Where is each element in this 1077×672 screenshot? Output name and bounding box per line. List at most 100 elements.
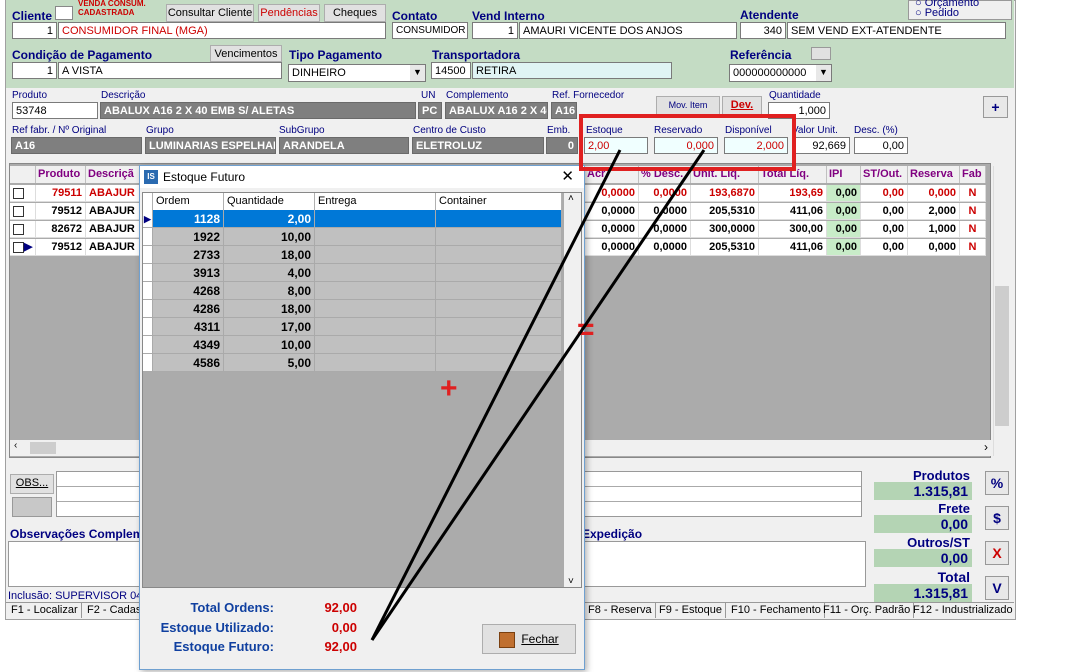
dialog-cell-container[interactable]: [436, 264, 562, 282]
grid-cell-produto[interactable]: 79512: [36, 239, 86, 256]
grid-cell-reserva[interactable]: 1,000: [908, 221, 960, 238]
dialog-col-ordem[interactable]: Ordem: [153, 193, 224, 210]
percent-button[interactable]: %: [985, 471, 1009, 495]
cond-code-field[interactable]: 1: [12, 62, 57, 79]
dev-button[interactable]: Dev.: [722, 96, 762, 116]
dialog-cell-ordem[interactable]: 4311: [153, 318, 224, 336]
transp-code-field[interactable]: 14500: [431, 62, 471, 79]
dialog-vertical-scrollbar[interactable]: ˄ ˅: [564, 193, 581, 587]
grid-cell-total[interactable]: 411,06: [759, 239, 827, 256]
dialog-cell-ordem[interactable]: 4586: [153, 354, 224, 372]
dialog-cell-quantidade[interactable]: 8,00: [224, 282, 315, 300]
grid-cell-total[interactable]: 411,06: [759, 203, 827, 220]
grid-vertical-scrollbar[interactable]: [993, 166, 1010, 456]
cheques-button[interactable]: Cheques: [324, 4, 386, 22]
row-checkbox[interactable]: [10, 185, 36, 202]
dialog-cell-quantidade[interactable]: 2,00: [224, 210, 315, 228]
fkey-f8[interactable]: F8 - Reserva: [585, 603, 656, 618]
grid-cell-desc[interactable]: 0,0000: [639, 221, 691, 238]
dialog-cell-container[interactable]: [436, 228, 562, 246]
grid-cell-desc[interactable]: 0,0000: [639, 203, 691, 220]
row-checkbox[interactable]: [10, 221, 36, 238]
grid-cell-desc[interactable]: 0,0000: [639, 239, 691, 256]
dialog-cell-entrega[interactable]: [315, 300, 436, 318]
fkey-f2[interactable]: F2 - Cadas: [84, 603, 146, 618]
dialog-cell-ordem[interactable]: 3913: [153, 264, 224, 282]
grid-cell-unit[interactable]: 205,5310: [691, 239, 759, 256]
close-icon[interactable]: ✕: [561, 166, 574, 188]
grid-cell-produto[interactable]: 79511: [36, 185, 86, 202]
grid-cell-st[interactable]: 0,00: [861, 203, 908, 220]
consultar-cliente-button[interactable]: Consultar Cliente: [166, 4, 254, 22]
grid-cell-acr[interactable]: 0,0000: [585, 185, 639, 202]
dialog-col-quantidade[interactable]: Quantidade: [224, 193, 315, 210]
grid-cell-fab[interactable]: N: [960, 221, 986, 238]
dialog-cell-quantidade[interactable]: 17,00: [224, 318, 315, 336]
dialog-cell-container[interactable]: [436, 336, 562, 354]
row-checkbox[interactable]: [10, 203, 36, 220]
grid-cell-st[interactable]: 0,00: [861, 221, 908, 238]
grid-col-descricao[interactable]: Descriçã: [86, 166, 142, 183]
row-checkbox[interactable]: ▶: [10, 239, 36, 256]
dialog-cell-entrega[interactable]: [315, 318, 436, 336]
dialog-cell-quantidade[interactable]: 10,00: [224, 228, 315, 246]
dialog-col-entrega[interactable]: Entrega: [315, 193, 436, 210]
fkey-f10[interactable]: F10 - Fechamento: [728, 603, 825, 618]
dialog-cell-entrega[interactable]: [315, 264, 436, 282]
grid-cell-ipi[interactable]: 0,00: [827, 221, 861, 238]
vencimentos-button[interactable]: Vencimentos: [210, 45, 282, 62]
grid-cell-unit[interactable]: 300,0000: [691, 221, 759, 238]
dialog-cell-ordem[interactable]: 4268: [153, 282, 224, 300]
grid-cell-descricao[interactable]: ABAJUR: [86, 221, 142, 238]
cliente-name-field[interactable]: CONSUMIDOR FINAL (MGA): [58, 22, 386, 39]
dialog-cell-entrega[interactable]: [315, 282, 436, 300]
confirm-button[interactable]: V: [985, 576, 1009, 600]
cliente-code-field[interactable]: 1: [12, 22, 57, 39]
vend-name-field[interactable]: AMAURI VICENTE DOS ANJOS: [519, 22, 737, 39]
grid-col-st[interactable]: ST/Out.: [861, 166, 908, 183]
grid-cell-descricao[interactable]: ABAJUR: [86, 203, 142, 220]
grid-cell-acr[interactable]: 0,0000: [585, 239, 639, 256]
cliente-search-box[interactable]: [55, 6, 73, 20]
dialog-cell-entrega[interactable]: [315, 246, 436, 264]
dialog-cell-quantidade[interactable]: 18,00: [224, 300, 315, 318]
dialog-cell-container[interactable]: [436, 318, 562, 336]
contato-field[interactable]: CONSUMIDOR: [392, 22, 468, 39]
dialog-cell-quantidade[interactable]: 10,00: [224, 336, 315, 354]
grid-cell-descricao[interactable]: ABAJUR: [86, 239, 142, 256]
grid-cell-fab[interactable]: N: [960, 239, 986, 256]
grid-cell-ipi[interactable]: 0,00: [827, 185, 861, 202]
dialog-cell-entrega[interactable]: [315, 354, 436, 372]
grid-cell-reserva[interactable]: 0,000: [908, 185, 960, 202]
grid-cell-produto[interactable]: 82672: [36, 221, 86, 238]
atendente-name-field[interactable]: SEM VEND EXT-ATENDENTE: [787, 22, 1006, 39]
dialog-cell-ordem[interactable]: 4286: [153, 300, 224, 318]
grid-cell-fab[interactable]: N: [960, 185, 986, 202]
dialog-cell-container[interactable]: [436, 354, 562, 372]
chevron-down-icon[interactable]: ▼: [816, 65, 831, 81]
fechar-button[interactable]: Fechar: [482, 624, 576, 654]
fkey-f11[interactable]: F11 - Orç. Padrão: [820, 603, 915, 618]
grid-cell-desc[interactable]: 0,0000: [639, 185, 691, 202]
chevron-up-icon[interactable]: ˄: [568, 193, 574, 204]
dialog-cell-quantidade[interactable]: 5,00: [224, 354, 315, 372]
pendencias-button[interactable]: Pendências: [258, 4, 320, 22]
grid-cell-unit[interactable]: 205,5310: [691, 203, 759, 220]
dialog-cell-ordem[interactable]: 1128: [153, 210, 224, 228]
grid-col-reserva[interactable]: Reserva: [908, 166, 960, 183]
dialog-titlebar[interactable]: IS Estoque Futuro ✕: [140, 166, 584, 188]
referencia-button[interactable]: [811, 47, 831, 60]
dialog-cell-quantidade[interactable]: 18,00: [224, 246, 315, 264]
dialog-cell-ordem[interactable]: 1922: [153, 228, 224, 246]
dialog-cell-ordem[interactable]: 2733: [153, 246, 224, 264]
mov-item-button[interactable]: Mov. Item: [656, 96, 720, 116]
tipo-pag-select[interactable]: DINHEIRO ▼: [288, 64, 426, 82]
cond-name-field[interactable]: A VISTA: [58, 62, 282, 79]
atendente-code-field[interactable]: 340: [740, 22, 786, 39]
vend-code-field[interactable]: 1: [472, 22, 518, 39]
grid-cell-produto[interactable]: 79512: [36, 203, 86, 220]
grid-cell-st[interactable]: 0,00: [861, 239, 908, 256]
fkey-f9[interactable]: F9 - Estoque: [656, 603, 726, 618]
add-item-button[interactable]: +: [983, 96, 1008, 118]
dialog-col-container[interactable]: Container: [436, 193, 562, 210]
